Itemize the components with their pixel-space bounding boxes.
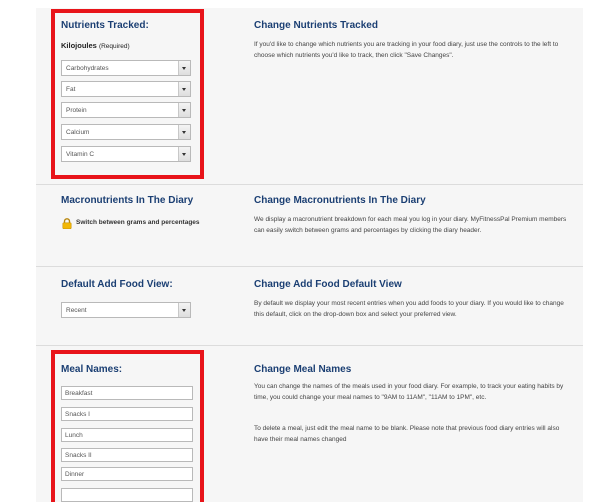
meal-name-input-2[interactable]: Snacks I bbox=[61, 407, 193, 421]
meal-names-heading: Meal Names: bbox=[61, 364, 123, 375]
nutrient-select-1[interactable]: Carbohydrates bbox=[61, 60, 191, 76]
change-meal-names-description: You can change the names of the meals us… bbox=[254, 383, 564, 401]
meal-name-input-3[interactable]: Lunch bbox=[61, 428, 193, 442]
chevron-down-icon bbox=[178, 147, 190, 161]
chevron-down-icon bbox=[178, 103, 190, 117]
chevron-down-icon bbox=[178, 61, 190, 75]
change-add-food-heading: Change Add Food Default View bbox=[254, 279, 402, 290]
premium-switch-note: Switch between grams and percentages bbox=[76, 219, 200, 226]
change-nutrients-heading: Change Nutrients Tracked bbox=[254, 20, 378, 31]
meal-name-input-4[interactable]: Snacks II bbox=[61, 448, 193, 462]
default-add-food-heading: Default Add Food View: bbox=[61, 279, 173, 290]
change-add-food-description: By default we display your most recent e… bbox=[254, 300, 564, 318]
nutrients-tracked-heading: Nutrients Tracked: bbox=[61, 20, 149, 31]
chevron-down-icon bbox=[178, 303, 190, 317]
section-divider bbox=[36, 184, 583, 185]
nutrient-select-2[interactable]: Fat bbox=[61, 81, 191, 97]
section-divider bbox=[36, 345, 583, 346]
macronutrients-heading: Macronutrients In The Diary bbox=[61, 195, 194, 206]
lock-icon bbox=[62, 218, 72, 229]
chevron-down-icon bbox=[178, 82, 190, 96]
meal-name-input-5[interactable]: Dinner bbox=[61, 467, 193, 481]
delete-meal-description: To delete a meal, just edit the meal nam… bbox=[254, 425, 560, 443]
add-food-view-select[interactable]: Recent bbox=[61, 302, 191, 318]
nutrient-select-5[interactable]: Vitamin C bbox=[61, 146, 191, 162]
meal-name-input-6[interactable] bbox=[61, 488, 193, 502]
section-divider bbox=[36, 266, 583, 267]
change-macronutrients-description: We display a macronutrient breakdown for… bbox=[254, 216, 567, 234]
nutrient-select-4[interactable]: Calcium bbox=[61, 124, 191, 140]
change-macronutrients-heading: Change Macronutrients In The Diary bbox=[254, 195, 426, 206]
chevron-down-icon bbox=[178, 125, 190, 139]
nutrient-select-3[interactable]: Protein bbox=[61, 102, 191, 118]
change-meal-names-heading: Change Meal Names bbox=[254, 364, 352, 375]
required-note: (Required) bbox=[98, 43, 130, 50]
meal-name-input-1[interactable]: Breakfast bbox=[61, 386, 193, 400]
kilojoules-label: Kilojoules (Required) bbox=[61, 41, 130, 50]
change-nutrients-description: If you'd like to change which nutrients … bbox=[254, 41, 559, 59]
